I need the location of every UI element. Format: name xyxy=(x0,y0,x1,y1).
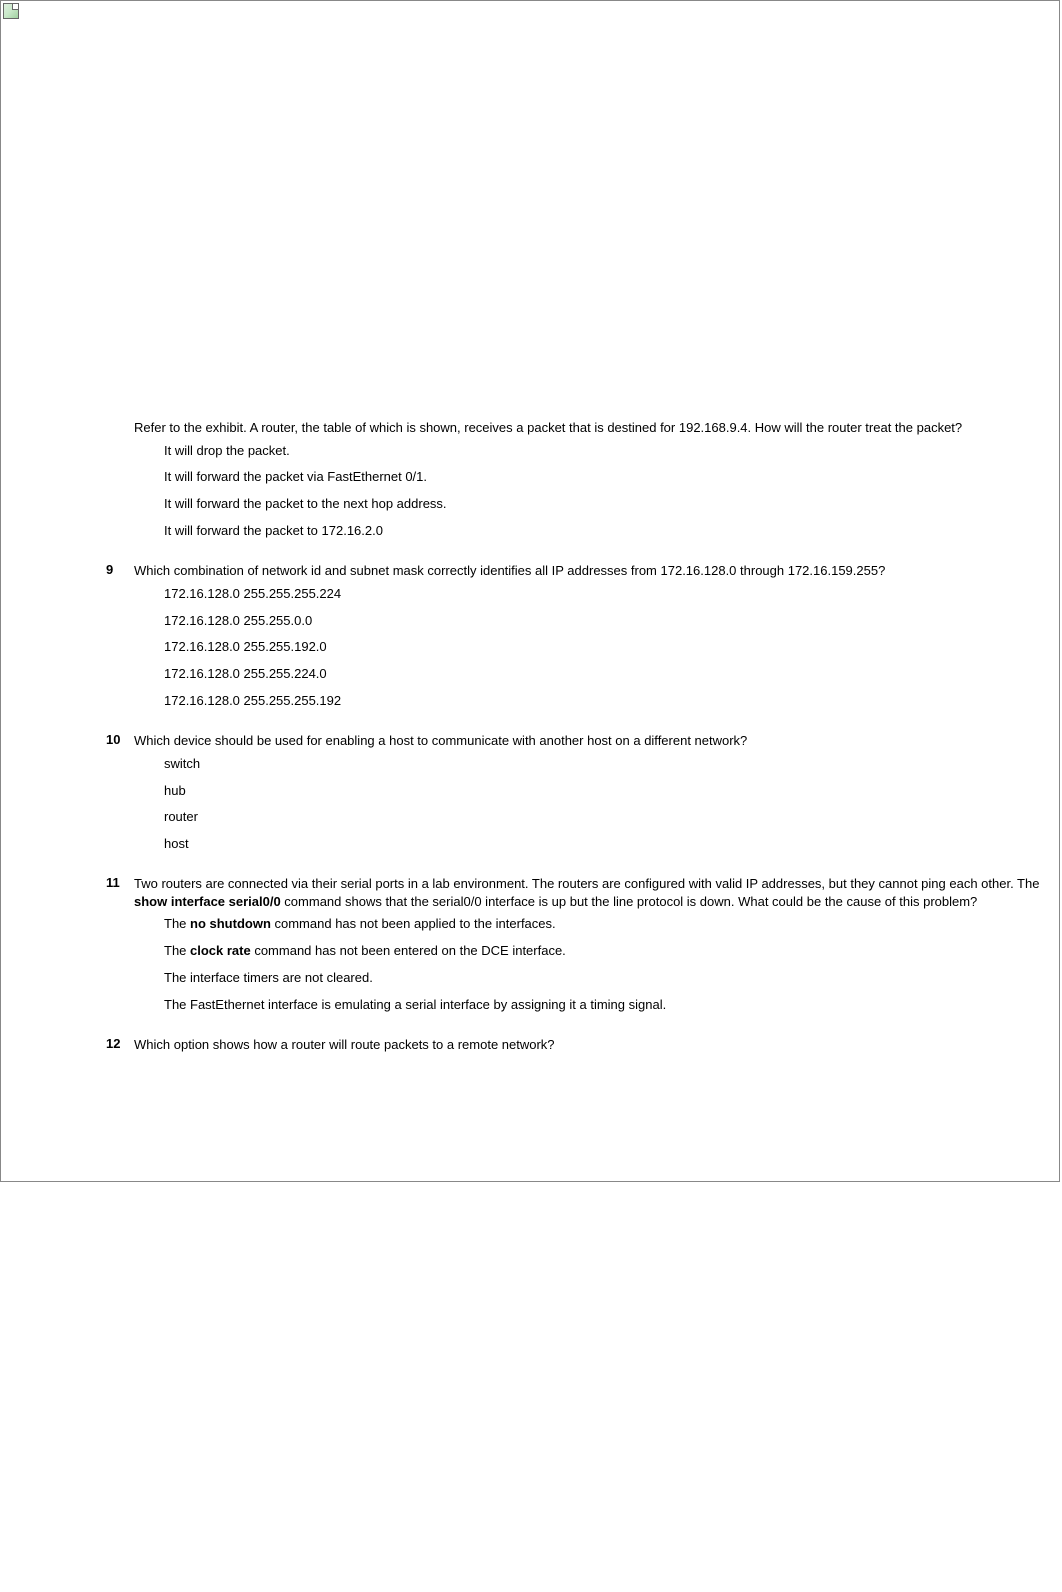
bold-text: clock rate xyxy=(190,943,251,958)
content-area: Refer to the exhibit. A router, the tabl… xyxy=(1,1,1059,1181)
option-item: switch xyxy=(164,756,1059,773)
option-item: It will drop the packet. xyxy=(164,443,1059,460)
option-item: It will forward the packet to 172.16.2.0 xyxy=(164,523,1059,540)
page-frame: Refer to the exhibit. A router, the tabl… xyxy=(0,0,1060,1182)
question-number xyxy=(106,419,134,540)
question-block: Refer to the exhibit. A router, the tabl… xyxy=(106,419,1059,540)
question-body: Refer to the exhibit. A router, the tabl… xyxy=(134,419,1059,540)
option-item: The clock rate command has not been ente… xyxy=(164,943,1059,960)
question-body: Which device should be used for enabling… xyxy=(134,732,1059,853)
option-item: The interface timers are not cleared. xyxy=(164,970,1059,987)
question-block: 12 Which option shows how a router will … xyxy=(106,1036,1059,1060)
bold-text: show interface serial0/0 xyxy=(134,894,281,909)
question-number: 10 xyxy=(106,732,134,853)
text-span: command has not been entered on the DCE … xyxy=(251,943,566,958)
option-item: It will forward the packet via FastEther… xyxy=(164,469,1059,486)
question-number: 9 xyxy=(106,562,134,710)
question-body: Which combination of network id and subn… xyxy=(134,562,1059,710)
option-item: It will forward the packet to the next h… xyxy=(164,496,1059,513)
option-item: The FastEthernet interface is emulating … xyxy=(164,997,1059,1014)
option-item: The no shutdown command has not been app… xyxy=(164,916,1059,933)
text-span: command has not been applied to the inte… xyxy=(271,916,556,931)
question-block: 10 Which device should be used for enabl… xyxy=(106,732,1059,853)
option-item: 172.16.128.0 255.255.255.192 xyxy=(164,693,1059,710)
text-span: command shows that the serial0/0 interfa… xyxy=(281,894,978,909)
text-span: The xyxy=(164,943,190,958)
text-span: The interface timers are not cleared. xyxy=(164,970,373,985)
option-item: 172.16.128.0 255.255.192.0 xyxy=(164,639,1059,656)
option-item: 172.16.128.0 255.255.0.0 xyxy=(164,613,1059,630)
question-text: Which combination of network id and subn… xyxy=(134,562,1059,580)
question-number: 11 xyxy=(106,875,134,1014)
text-span: Two routers are connected via their seri… xyxy=(134,876,1039,891)
question-text: Which option shows how a router will rou… xyxy=(134,1036,1059,1054)
options-list: It will drop the packet. It will forward… xyxy=(134,443,1059,541)
question-text: Which device should be used for enabling… xyxy=(134,732,1059,750)
text-span: The xyxy=(164,916,190,931)
options-list: The no shutdown command has not been app… xyxy=(134,916,1059,1014)
bold-text: no shutdown xyxy=(190,916,271,931)
text-span: The FastEthernet interface is emulating … xyxy=(164,997,666,1012)
question-text: Refer to the exhibit. A router, the tabl… xyxy=(134,419,1059,437)
broken-image-icon xyxy=(3,3,19,19)
question-block: 11 Two routers are connected via their s… xyxy=(106,875,1059,1014)
options-list: switch hub router host xyxy=(134,756,1059,854)
option-item: router xyxy=(164,809,1059,826)
option-item: host xyxy=(164,836,1059,853)
question-text: Two routers are connected via their seri… xyxy=(134,875,1059,910)
question-number: 12 xyxy=(106,1036,134,1060)
question-body: Which option shows how a router will rou… xyxy=(134,1036,1059,1060)
options-list: 172.16.128.0 255.255.255.224 172.16.128.… xyxy=(134,586,1059,710)
question-block: 9 Which combination of network id and su… xyxy=(106,562,1059,710)
option-item: 172.16.128.0 255.255.255.224 xyxy=(164,586,1059,603)
option-item: 172.16.128.0 255.255.224.0 xyxy=(164,666,1059,683)
question-body: Two routers are connected via their seri… xyxy=(134,875,1059,1014)
option-item: hub xyxy=(164,783,1059,800)
